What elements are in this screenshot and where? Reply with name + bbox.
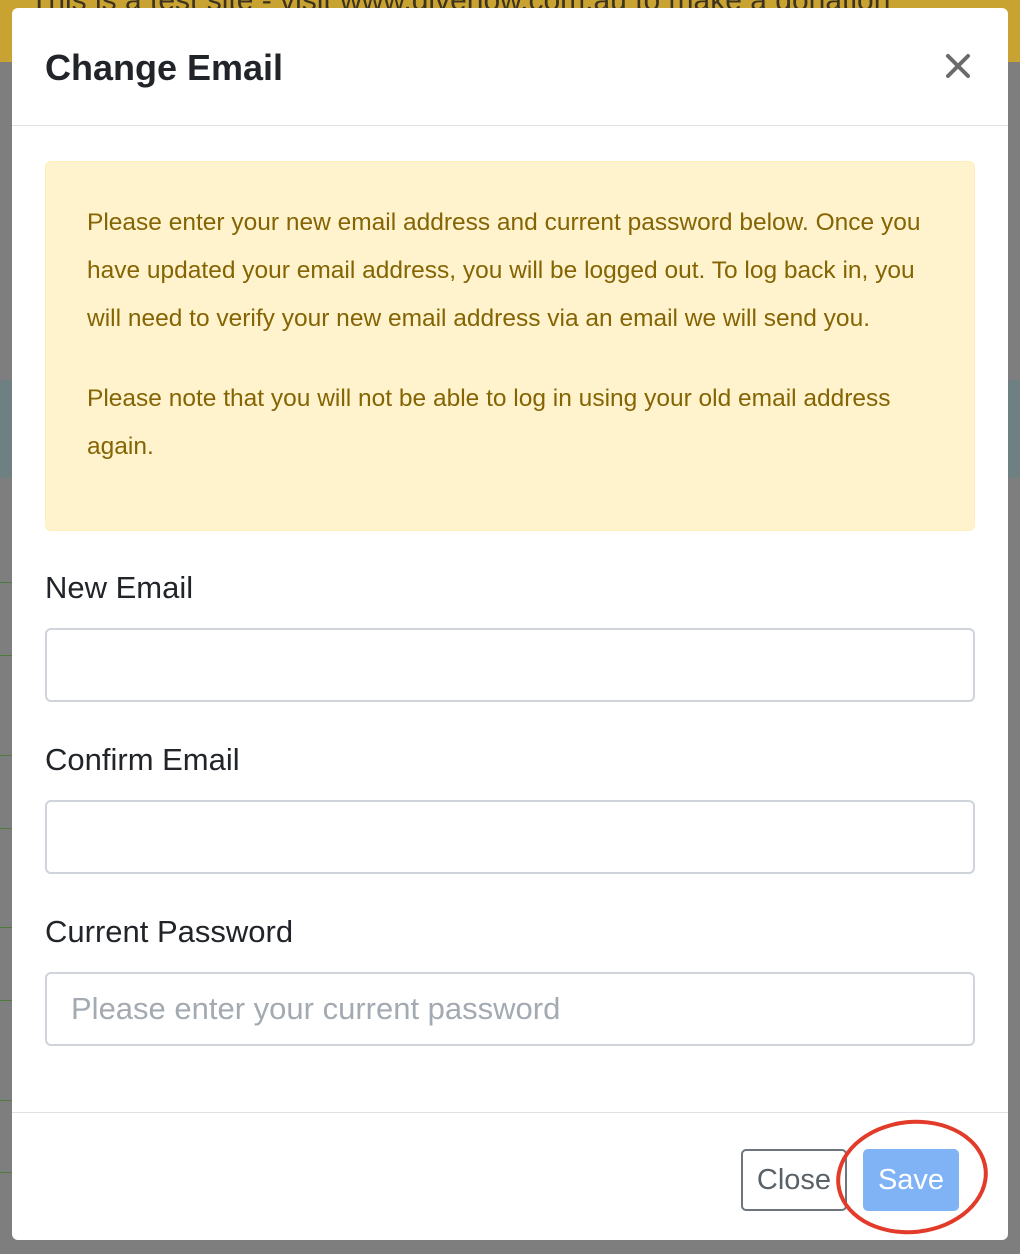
confirm-email-label: Confirm Email [45,742,240,777]
alert-paragraph-instructions: Please enter your new email address and … [87,209,921,332]
page-backdrop-divider [0,927,12,928]
page-backdrop-divider [0,828,12,829]
modal-title: Change Email [45,47,284,88]
current-password-input[interactable] [45,972,975,1046]
modal-header: Change Email [12,8,1008,126]
alert-paragraph-warning: Please note that you will not be able to… [87,385,891,460]
close-button[interactable]: Close [741,1149,847,1211]
page-backdrop-divider [0,582,12,583]
current-password-label: Current Password [45,914,294,949]
page-backdrop-divider [0,655,12,656]
info-alert: Please enter your new email address and … [45,161,975,531]
new-email-label: New Email [45,570,194,605]
change-email-modal: Change Email Please enter your new email… [12,8,1008,1240]
page-backdrop-divider [0,755,12,756]
close-icon [946,54,970,78]
confirm-email-input[interactable] [45,800,975,874]
page-backdrop-divider [0,1172,12,1173]
save-button[interactable]: Save [863,1149,959,1211]
page-backdrop-divider [0,1100,12,1101]
new-email-input[interactable] [45,628,975,702]
close-modal-button[interactable] [938,46,978,86]
modal-footer: Close Save [12,1112,1008,1240]
page-backdrop-divider [0,1000,12,1001]
